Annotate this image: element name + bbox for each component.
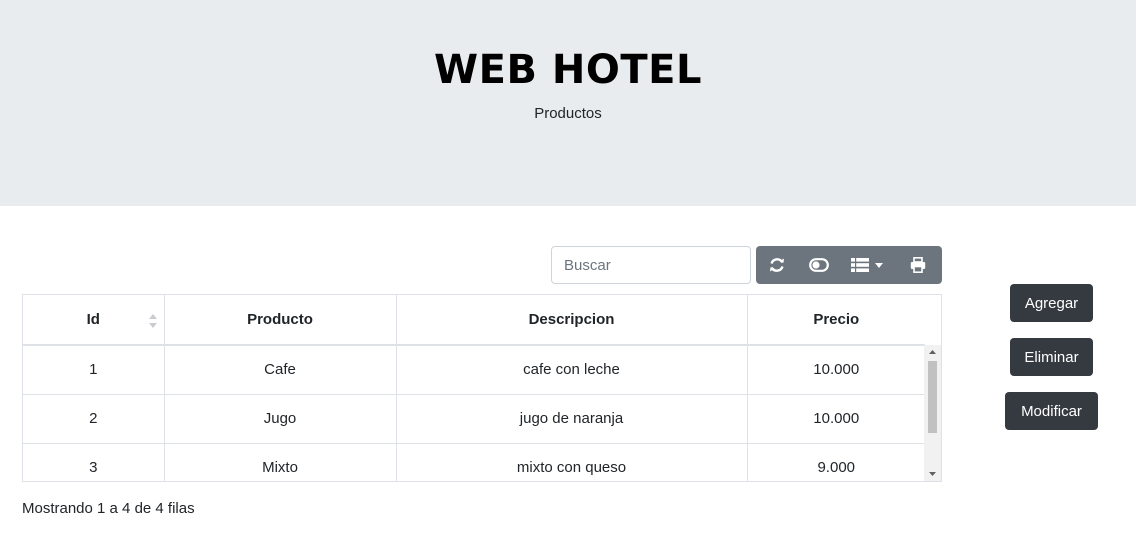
column-header-id-label: Id bbox=[86, 311, 100, 328]
table-row[interactable]: 1 Cafe cafe con leche 10.000 bbox=[23, 345, 925, 395]
column-header-producto[interactable]: Producto bbox=[164, 295, 397, 346]
products-table: Id Producto Descripcion Precio 1 Cafe ca… bbox=[22, 294, 942, 482]
scrollbar-thumb[interactable] bbox=[928, 361, 937, 433]
cell-producto: Cafe bbox=[164, 345, 397, 395]
cell-id: 2 bbox=[23, 394, 165, 444]
table-row[interactable]: 3 Mixto mixto con queso 9.000 bbox=[23, 443, 925, 481]
refresh-button[interactable] bbox=[756, 246, 798, 284]
column-header-precio[interactable]: Precio bbox=[747, 295, 925, 346]
cell-producto: Jugo bbox=[164, 394, 397, 444]
cell-producto: Mixto bbox=[164, 443, 397, 481]
scroll-up-arrow-icon[interactable] bbox=[924, 345, 941, 359]
cell-precio: 10.000 bbox=[747, 394, 925, 444]
table-toolbar bbox=[756, 246, 942, 284]
search-input[interactable] bbox=[551, 246, 751, 284]
print-button[interactable] bbox=[894, 246, 942, 284]
cell-id: 1 bbox=[23, 345, 165, 395]
sort-icon bbox=[148, 313, 158, 329]
pagination-info: Mostrando 1 a 4 de 4 filas bbox=[22, 500, 195, 517]
cell-descripcion: cafe con leche bbox=[396, 345, 748, 395]
refresh-icon bbox=[768, 256, 786, 274]
add-button[interactable]: Agregar bbox=[1010, 284, 1093, 322]
cell-precio: 10.000 bbox=[747, 345, 925, 395]
print-icon bbox=[910, 257, 926, 273]
page-title: WEB HOTEL bbox=[434, 47, 702, 93]
caret-down-icon bbox=[875, 262, 883, 268]
column-header-id[interactable]: Id bbox=[23, 295, 165, 346]
table-header-row: Id Producto Descripcion Precio bbox=[23, 295, 925, 346]
delete-button[interactable]: Eliminar bbox=[1010, 338, 1093, 376]
table-row[interactable]: 2 Jugo jugo de naranja 10.000 bbox=[23, 394, 925, 444]
page-subtitle: Productos bbox=[534, 105, 602, 122]
cell-id: 3 bbox=[23, 443, 165, 481]
cell-precio: 9.000 bbox=[747, 443, 925, 481]
scroll-down-arrow-icon[interactable] bbox=[924, 467, 941, 481]
toggle-view-button[interactable] bbox=[798, 246, 840, 284]
columns-dropdown-button[interactable] bbox=[840, 246, 894, 284]
column-header-descripcion[interactable]: Descripcion bbox=[396, 295, 748, 346]
table-scrollbar[interactable] bbox=[924, 345, 941, 481]
header-banner: WEB HOTEL Productos bbox=[0, 0, 1136, 206]
toggle-icon bbox=[809, 258, 829, 272]
modify-button[interactable]: Modificar bbox=[1005, 392, 1098, 430]
cell-descripcion: mixto con queso bbox=[396, 443, 748, 481]
cell-descripcion: jugo de naranja bbox=[396, 394, 748, 444]
columns-icon bbox=[851, 258, 869, 272]
